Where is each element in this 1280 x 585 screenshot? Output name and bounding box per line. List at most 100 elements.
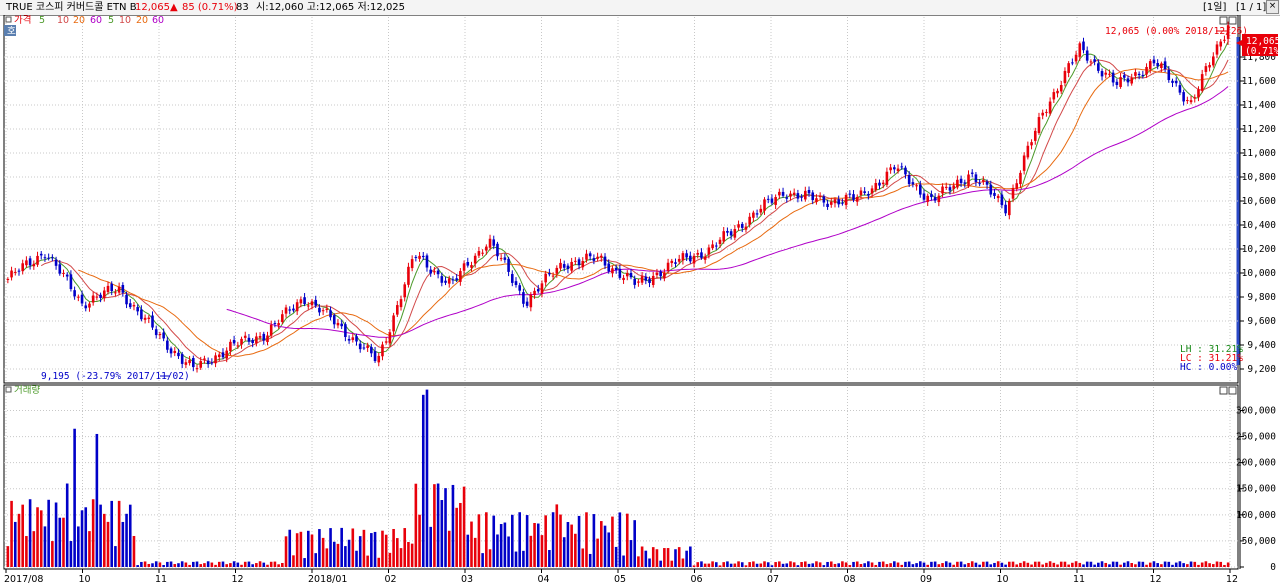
close-icon[interactable]: × <box>1266 0 1279 14</box>
volume-bar <box>1019 562 1022 567</box>
candle-body <box>1078 43 1082 57</box>
panel-max-icon[interactable] <box>1219 16 1228 25</box>
volume-bar <box>852 561 855 567</box>
volume-bar <box>1093 564 1096 567</box>
candle-body <box>240 338 243 345</box>
volume-bar <box>930 561 933 567</box>
volume-max-icon[interactable] <box>1219 386 1228 395</box>
candle-body <box>863 191 866 194</box>
x-tick-label: 12 <box>1226 574 1238 585</box>
candle-body <box>614 267 618 271</box>
volume-bar <box>347 539 351 567</box>
candle-body <box>1130 77 1134 84</box>
volume-bar <box>106 521 110 567</box>
volume-bar <box>206 561 210 567</box>
volume-bar <box>614 546 618 567</box>
volume-bar <box>548 550 551 567</box>
volume-bar <box>933 561 937 567</box>
candle-body <box>841 202 844 204</box>
volume-bar <box>13 521 17 567</box>
volume-bar <box>529 535 533 567</box>
period-button[interactable]: [1일] <box>1203 1 1226 14</box>
candle-body <box>236 345 240 347</box>
volume-bar <box>58 517 62 567</box>
volume-bar <box>303 558 306 567</box>
candle-body <box>1148 61 1152 70</box>
volume-bar <box>685 550 688 567</box>
candle-body <box>351 337 355 340</box>
candle-body <box>255 336 258 344</box>
volume-bar <box>1056 564 1059 567</box>
candle-body <box>770 198 774 203</box>
candle-body <box>536 289 540 292</box>
volume-bar <box>648 558 651 567</box>
volume-bar <box>651 547 655 567</box>
volume-bar <box>180 561 184 567</box>
candle-body <box>355 336 358 342</box>
volume-bar <box>414 483 418 567</box>
volume-bar <box>1212 564 1215 567</box>
candle-body <box>1089 61 1093 63</box>
candle-body <box>403 284 407 298</box>
candle-body <box>815 198 818 203</box>
x-tick-label: 08 <box>844 574 856 585</box>
volume-bar <box>314 553 318 567</box>
x-tick-label: 10 <box>997 574 1009 585</box>
candle-body <box>904 167 907 175</box>
candle-body <box>58 264 62 274</box>
volume-bar <box>421 394 425 567</box>
candle-body <box>32 263 36 267</box>
candle-body <box>117 286 121 293</box>
volume-bar <box>989 564 993 567</box>
volume-bar <box>1048 561 1052 567</box>
volume-close-icon[interactable] <box>1228 386 1237 395</box>
ma5-legend: 5 <box>39 15 45 26</box>
volume-bar <box>125 513 128 567</box>
candle-body <box>944 186 948 188</box>
candle-body <box>778 191 781 196</box>
candle-body <box>262 333 266 341</box>
candle-body <box>147 317 151 319</box>
panel-close-icon[interactable] <box>1228 16 1237 25</box>
candle-body <box>1041 112 1044 116</box>
volume-bar <box>151 563 154 567</box>
candle-body <box>900 166 904 168</box>
y-tick-label: 10,800 <box>1242 172 1277 183</box>
candle-body <box>288 309 292 311</box>
volume-bar <box>266 564 269 567</box>
volume-bar <box>1163 561 1167 567</box>
volume-bar <box>1130 563 1134 567</box>
volume-bar <box>370 533 373 567</box>
volume-bar <box>659 560 662 567</box>
candle-body <box>414 256 418 258</box>
candle-body <box>1011 188 1015 199</box>
volume-bar <box>73 428 76 567</box>
volume-bar <box>236 562 240 567</box>
candle-body <box>993 192 996 196</box>
candle-body <box>1093 59 1096 62</box>
volume-bar <box>603 525 607 567</box>
candle-body <box>663 272 666 279</box>
volume-bar <box>240 564 243 567</box>
candle-body <box>855 197 859 202</box>
page-indicator: [1 / 1] <box>1236 2 1267 13</box>
volume-bar <box>596 538 599 567</box>
volume-bar <box>1171 564 1174 567</box>
candle-body <box>525 301 529 306</box>
candle-body <box>370 346 373 354</box>
volume-bar <box>551 512 555 567</box>
candle-body <box>1111 72 1115 83</box>
volume-bar <box>1186 564 1189 567</box>
volume-bar <box>837 563 840 567</box>
volume-bar <box>381 530 384 567</box>
candle-body <box>1223 39 1226 41</box>
volume-bar <box>28 499 32 567</box>
volume-bar <box>1011 561 1015 567</box>
volume-bar <box>1108 564 1111 567</box>
volume-legend-label: 거래량 <box>14 384 40 396</box>
candle-body <box>930 194 933 198</box>
volume-y-tick-label: 200,000 <box>1236 458 1276 469</box>
ma60-legend: 60 <box>90 15 102 26</box>
candle-body <box>611 268 614 274</box>
volume-bar <box>789 561 792 567</box>
